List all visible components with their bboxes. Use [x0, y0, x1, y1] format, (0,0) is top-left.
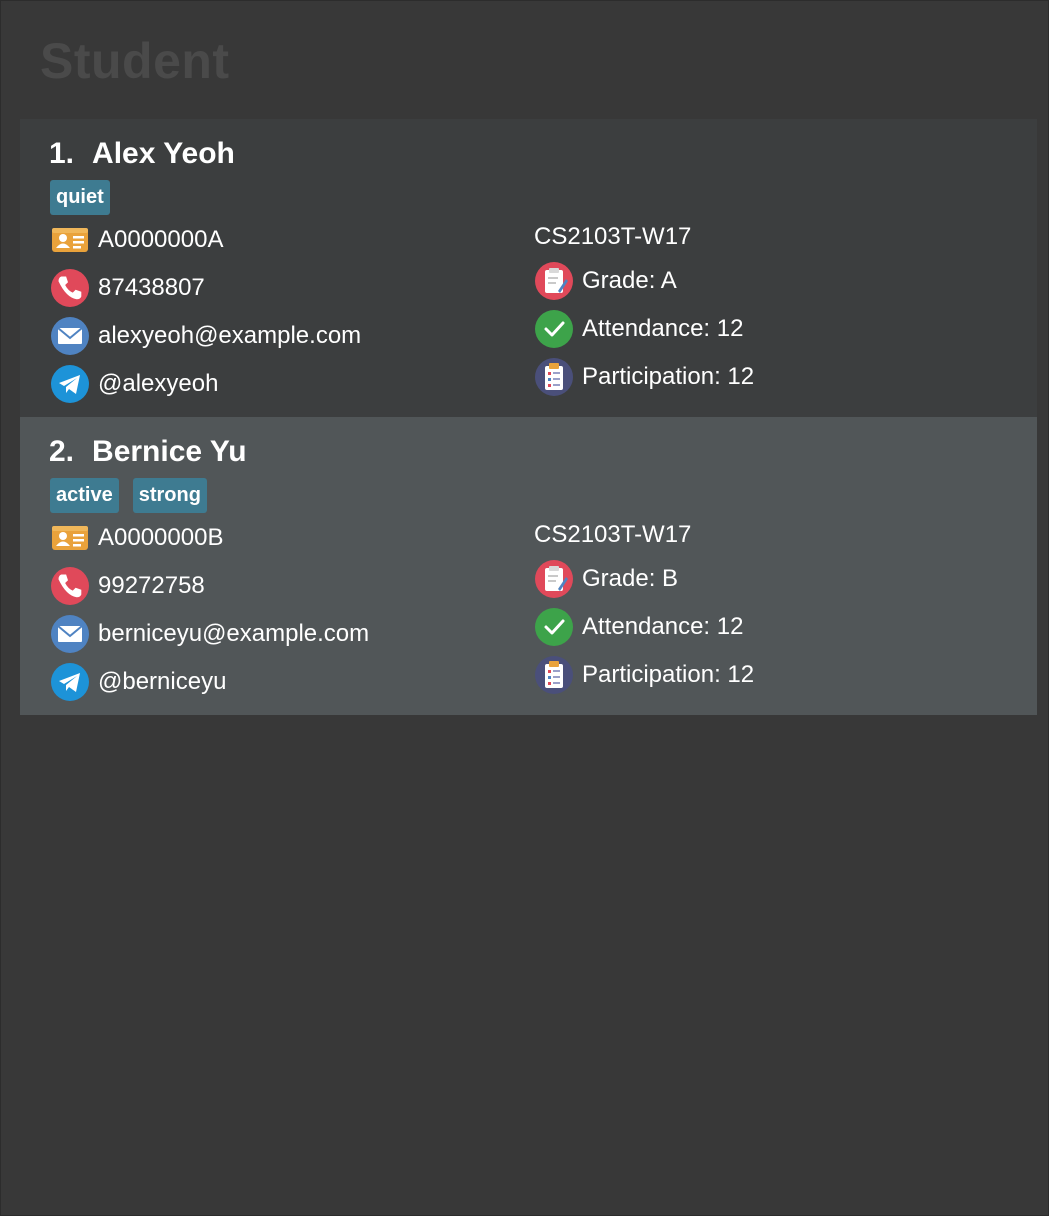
telegram-icon: [51, 663, 89, 701]
tutorial-group: CS2103T-W17: [534, 223, 692, 250]
student-name: Bernice Yu: [92, 435, 247, 468]
phone-number: 99272758: [98, 572, 205, 599]
email-icon: [51, 317, 89, 355]
email-field: alexyeoh@example.com: [50, 315, 361, 357]
student-id: A0000000B: [98, 524, 224, 551]
student-id-field: A0000000B: [50, 517, 223, 559]
participation-clipboard-icon: [535, 358, 573, 396]
student-id: A0000000A: [98, 226, 224, 253]
tag: active: [50, 478, 119, 513]
attendance: Attendance: 12: [582, 315, 744, 342]
student-card[interactable]: 1. Alex Yeoh quiet A0000000A 87438807 al…: [20, 119, 1037, 417]
participation: Participation: 12: [582, 661, 755, 688]
grade-clipboard-icon: [535, 560, 573, 598]
student-list[interactable]: 1. Alex Yeoh quiet A0000000A 87438807 al…: [20, 119, 1037, 715]
email-field: berniceyu@example.com: [50, 613, 369, 655]
telegram-handle: @berniceyu: [98, 668, 227, 695]
participation: Participation: 12: [582, 363, 755, 390]
phone-field: 99272758: [50, 565, 205, 607]
attendance: Attendance: 12: [582, 613, 744, 640]
tag-list: active strong: [50, 478, 207, 513]
id-card-icon: [52, 526, 88, 550]
student-id-field: A0000000A: [50, 219, 223, 261]
telegram-icon: [51, 365, 89, 403]
tag: quiet: [50, 180, 110, 215]
grade: Grade: B: [582, 565, 679, 592]
participation-clipboard-icon: [535, 656, 573, 694]
grade: Grade: A: [582, 267, 677, 294]
tag-list: quiet: [50, 180, 110, 215]
telegram-field: @alexyeoh: [50, 363, 218, 405]
telegram-field: @berniceyu: [50, 661, 226, 703]
student-card[interactable]: 2. Bernice Yu active strong A0000000B 99…: [20, 417, 1037, 715]
participation-field: Participation: 12: [534, 654, 754, 696]
student-panel: Student 1. Alex Yeoh quiet A0000000A 874…: [0, 0, 1049, 1216]
student-name-heading: 2. Bernice Yu: [49, 432, 247, 472]
attendance-field: Attendance: 12: [534, 606, 743, 648]
email-icon: [51, 615, 89, 653]
student-name: Alex Yeoh: [92, 137, 235, 170]
attendance-check-icon: [535, 310, 573, 348]
phone-icon: [51, 567, 89, 605]
email-address: berniceyu@example.com: [98, 620, 370, 647]
student-index: 1.: [49, 137, 75, 170]
tutorial-group: CS2103T-W17: [534, 521, 692, 548]
student-index: 2.: [49, 435, 75, 468]
participation-field: Participation: 12: [534, 356, 754, 398]
attendance-field: Attendance: 12: [534, 308, 743, 350]
telegram-handle: @alexyeoh: [98, 370, 219, 397]
grade-field: Grade: B: [534, 558, 678, 600]
grade-clipboard-icon: [535, 262, 573, 300]
grade-field: Grade: A: [534, 260, 677, 302]
panel-title: Student: [40, 33, 230, 89]
student-name-heading: 1. Alex Yeoh: [49, 134, 235, 174]
phone-number: 87438807: [98, 274, 205, 301]
phone-field: 87438807: [50, 267, 205, 309]
email-address: alexyeoh@example.com: [98, 322, 362, 349]
id-card-icon: [52, 228, 88, 252]
attendance-check-icon: [535, 608, 573, 646]
phone-icon: [51, 269, 89, 307]
tag: strong: [132, 478, 207, 513]
